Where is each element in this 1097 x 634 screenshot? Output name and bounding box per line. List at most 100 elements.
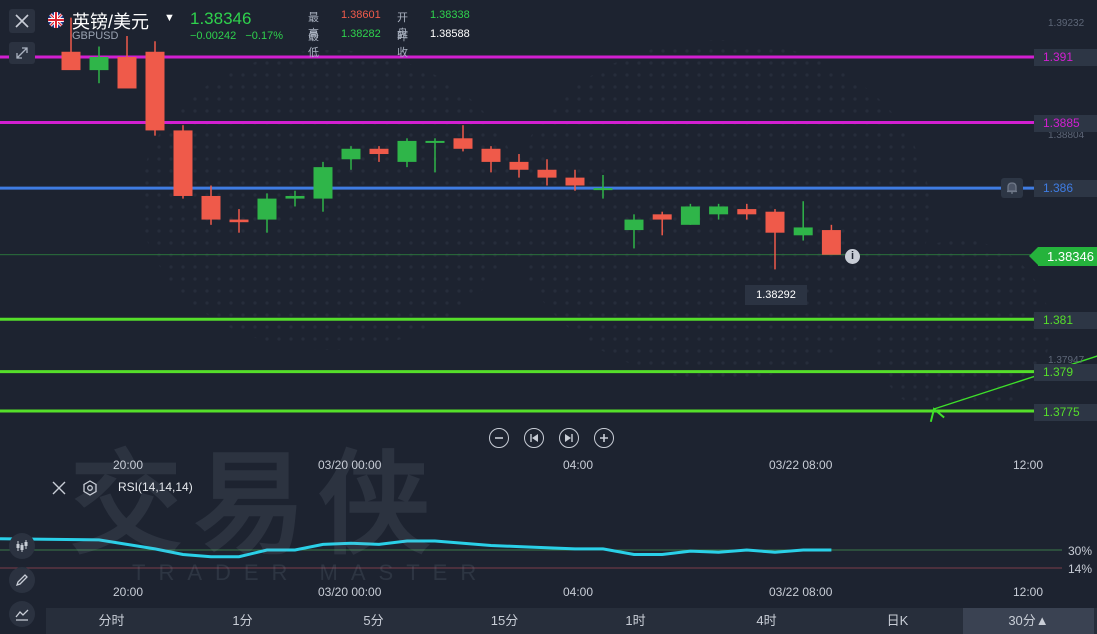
watermark-sub: TRADER MASTER [132,560,490,585]
info-icon[interactable]: i [845,249,860,264]
candle-body [313,167,333,199]
candle-body [61,51,81,71]
change-percent: −0.17% [245,30,283,42]
rsi-level-label: 30% [1068,544,1093,558]
watermark: 交易侠 [70,440,442,570]
timeframe-bar: 分时 1分 5分 15分 1时 4时 日K 30分▲ [46,608,1097,634]
level-tag[interactable]: 1.379 [1034,364,1097,381]
zoom-in-button[interactable] [594,428,614,448]
pair-code: GBPUSD [72,30,119,42]
candle-body [509,161,529,170]
time-label: 20:00 [113,585,144,599]
candle-body [285,195,305,199]
close-button[interactable] [9,9,35,33]
candle-body [229,219,249,223]
candle-body [593,188,613,191]
zoom-out-button[interactable] [489,428,509,448]
chevron-down-icon[interactable]: ▼ [164,12,175,24]
candle-body [453,138,473,149]
candle-body [652,214,672,220]
minus-icon [495,437,503,439]
time-label: 12:00 [1013,458,1044,472]
candle-body [793,227,813,236]
collapse-button[interactable] [9,42,35,64]
price-change: −0.00242 −0.17% [190,30,283,42]
candle-body [369,148,389,155]
candle-body [257,198,277,220]
candle-body [680,206,700,225]
open-value: 1.38338 [430,9,470,21]
time-label: 03/20 00:00 [318,458,382,472]
draw-tool-button[interactable] [9,567,35,593]
time-label: 04:00 [563,458,594,472]
high-value: 1.38601 [341,9,381,21]
rsi-level-label: 14% [1068,562,1093,576]
time-label: 03/20 00:00 [318,585,382,599]
timeframe-item[interactable]: 分时 [46,608,177,634]
uk-flag-icon [48,12,64,28]
level-tag[interactable]: 1.386 [1034,180,1097,197]
close-icon [52,481,66,495]
indicator-tool-button[interactable] [9,533,35,559]
timeframe-item-active[interactable]: 30分▲ [963,608,1094,634]
close-icon [15,14,29,28]
current-price-tag: 1.38346 [1029,247,1097,266]
trend-tool-button[interactable] [9,601,35,627]
candle-body [821,230,841,255]
time-label: 20:00 [113,458,144,472]
candle-body [145,51,165,131]
candle-body [341,148,361,160]
pencil-icon [15,574,28,587]
map-texture [140,50,520,350]
level-tag[interactable]: 1.3775 [1034,404,1097,421]
low-value: 1.38282 [341,28,381,40]
level-tag[interactable]: 1.3885 [1034,115,1097,132]
candle-body [397,140,417,162]
candle-body [765,211,785,233]
remove-indicator-button[interactable] [52,481,66,500]
last-price: 1.38346 [190,9,252,28]
candle-body [565,177,585,186]
time-label: 03/22 08:00 [769,458,833,472]
candle-body [201,195,221,220]
low-price-tooltip: 1.38292 [745,285,807,305]
plus-icon [600,434,608,442]
candle-body [624,219,644,231]
indicator-settings-button[interactable] [82,480,98,501]
time-label: 03/22 08:00 [769,585,833,599]
trend-line-icon [15,609,29,621]
candle-body [537,169,557,178]
map-texture [870,240,1050,420]
jump-start-button[interactable] [524,428,544,448]
candle-body [425,140,445,143]
time-label: 04:00 [563,585,594,599]
timeframe-item[interactable]: 1时 [570,608,701,634]
timeframe-item[interactable]: 15分 [439,608,570,634]
change-value: −0.00242 [190,30,237,42]
timeframe-item[interactable]: 日K [832,608,963,634]
skip-back-icon [530,434,538,442]
timeframe-item[interactable]: 4时 [701,608,832,634]
candle-body [737,209,757,215]
gear-icon [83,480,97,496]
candle-body [173,130,193,196]
jump-end-button[interactable] [559,428,579,448]
rsi-label: RSI(14,14,14) [118,480,193,494]
prev-close-value: 1.38588 [430,28,470,40]
candle-body [89,57,109,71]
axis-label: 1.39232 [1048,18,1085,29]
level-tag[interactable]: 1.391 [1034,49,1097,66]
candle-body [709,206,729,215]
timeframe-item[interactable]: 1分 [177,608,308,634]
skip-forward-icon [565,434,573,442]
time-label: 12:00 [1013,585,1044,599]
timeframe-item[interactable]: 5分 [308,608,439,634]
collapse-icon [16,47,28,59]
low-label: 最低 [308,31,319,59]
candle-body [481,148,501,162]
candles-icon [16,540,28,552]
prev-close-label: 昨收 [397,31,408,59]
bell-icon [1007,182,1017,194]
level-tag[interactable]: 1.381 [1034,312,1097,329]
alert-bell-button[interactable] [1001,178,1023,198]
